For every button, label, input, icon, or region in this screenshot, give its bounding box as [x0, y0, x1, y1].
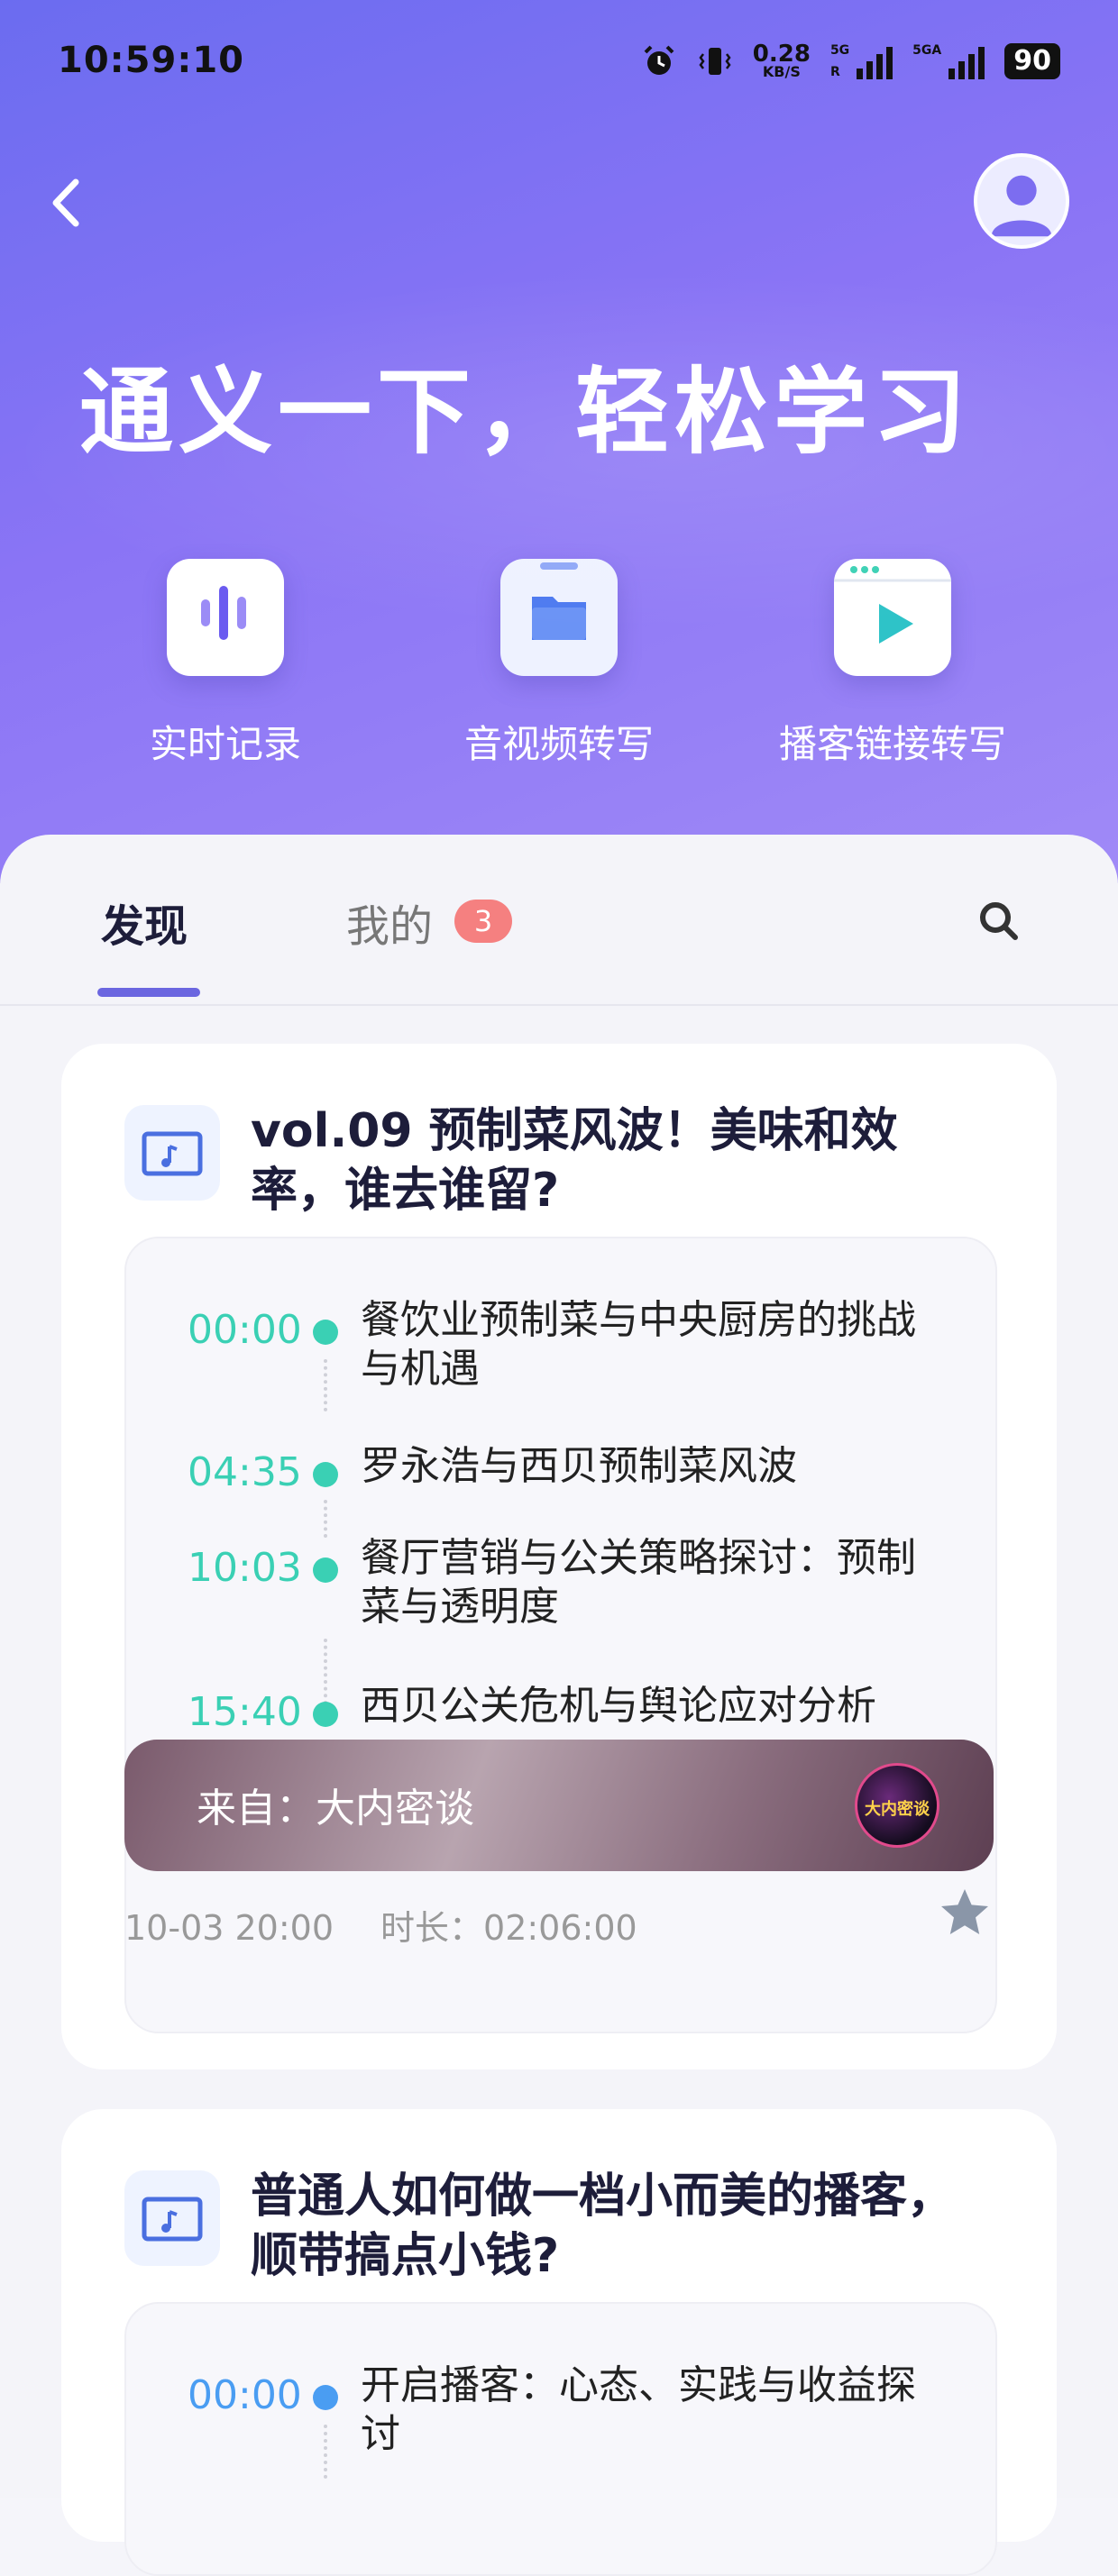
tool-av-transcribe[interactable]: 音视频转写 [424, 559, 694, 769]
status-bar: 10:59:10 0.28 KB/S 5G R 5GA 90 [58, 40, 1060, 94]
audio-file-icon [124, 2170, 220, 2266]
status-icons: 0.28 KB/S 5G R 5GA 90 [641, 41, 1060, 80]
card-meta: 10-03 20:00 时长：02:06:00 [124, 1900, 637, 1950]
podcast-card[interactable]: vol.09 预制菜风波！美味和效率，谁去谁留? 00:00 餐饮业预制菜与中央… [61, 1044, 1057, 2069]
page-title: 通义一下，轻松学习 [79, 357, 973, 467]
vibrate-icon [699, 48, 731, 75]
unread-badge: 3 [454, 900, 512, 943]
tab-mine[interactable]: 我的 [346, 891, 433, 954]
signal-sim1: 5G R [830, 43, 893, 79]
active-tab-indicator [97, 988, 200, 997]
back-arrow-icon[interactable] [40, 171, 94, 234]
tab-discover[interactable]: 发现 [101, 891, 188, 954]
tool-shortcuts: 实时记录 音视频转写 播客链接转写 [0, 559, 1118, 793]
folder-icon [532, 562, 586, 640]
tool-realtime-record[interactable]: 实时记录 [90, 559, 361, 769]
podcast-source[interactable]: 来自：大内密谈 大内密谈 [124, 1740, 994, 1871]
podcast-card[interactable]: 普通人如何做一档小而美的播客，顺带搞点小钱? 00:00 开启播客：心态、实践与… [61, 2109, 1057, 2576]
play-icon [834, 566, 951, 644]
search-icon[interactable] [976, 898, 1022, 945]
audio-file-icon [124, 1105, 220, 1201]
tab-bar: 发现 我的 3 [0, 835, 1118, 1006]
status-time: 10:59:10 [58, 40, 244, 81]
card-date: 10-03 20:00 [124, 1908, 334, 1948]
voice-icon [187, 586, 246, 674]
podcast-logo: 大内密谈 [855, 1763, 939, 1848]
star-icon[interactable] [936, 1884, 994, 1941]
user-icon [991, 175, 1052, 237]
content-sheet: 发现 我的 3 vol.09 预制菜风波！美味和效率，谁去谁留? 00:00 餐… [0, 835, 1118, 2576]
avatar[interactable] [974, 153, 1069, 249]
card-title: 普通人如何做一档小而美的播客，顺带搞点小钱? [251, 2170, 955, 2283]
battery-indicator: 90 [1004, 43, 1060, 79]
network-speed: 0.28 KB/S [752, 41, 811, 80]
card-title: vol.09 预制菜风波！美味和效率，谁去谁留? [251, 1104, 898, 1218]
signal-sim2: 5GA [912, 43, 985, 79]
alarm-icon [644, 45, 674, 75]
chapter-list: 00:00 开启播客：心态、实践与收益探讨 [124, 2302, 997, 2576]
card-duration: 时长：02:06:00 [380, 1908, 637, 1948]
header-banner: 10:59:10 0.28 KB/S 5G R 5GA 90 通义一下，轻松学习… [0, 0, 1118, 883]
tool-podcast-link[interactable]: 播客链接转写 [757, 559, 1028, 769]
